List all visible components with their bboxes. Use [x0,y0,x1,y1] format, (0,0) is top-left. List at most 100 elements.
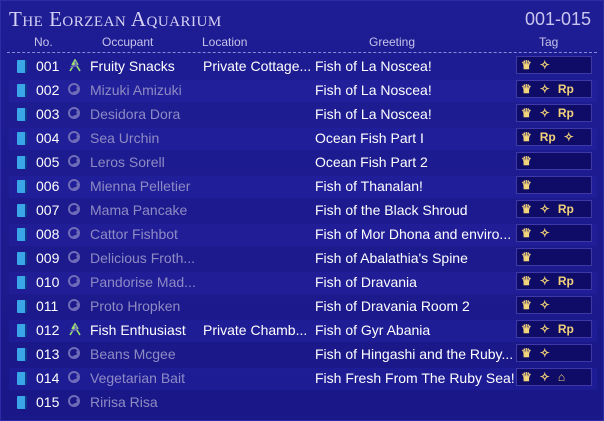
book-icon[interactable] [17,84,27,97]
emote-tag-icon: ✧ [539,82,550,96]
tag-group: ♛ ✧ [516,56,594,76]
header-divider [7,52,597,53]
emote-tag-icon: ✧ [539,322,550,336]
emote-tag-icon: ✧ [539,298,550,312]
tag-group: ♛ ✧ Rp [516,320,594,340]
list-row[interactable]: 007 Mama Pancake Fish of the Black Shroud ♛… [9,200,597,222]
column-header-no[interactable]: No. [34,35,53,49]
occupant-name[interactable]: Sea Urchin [90,130,202,146]
book-icon[interactable] [17,228,27,241]
house-tag-icon: ♛ [521,130,532,144]
occupant-greeting: Fish of La Noscea! [315,82,432,98]
book-icon[interactable] [17,300,27,313]
occupant-greeting: Fish of La Noscea! [315,106,432,122]
list-row[interactable]: 009 Delicious Froth... Fish of Abalathia's… [9,248,597,270]
book-icon[interactable] [17,60,27,73]
row-number: 011 [36,298,59,314]
occupant-greeting: Ocean Fish Part I [315,130,424,146]
book-icon[interactable] [17,372,27,385]
list-row[interactable]: 008 Cattor Fishbot Fish of Mor Dhona and e… [9,224,597,246]
row-number: 005 [36,154,60,170]
aquarium-window: The Eorzean Aquarium 001-015 No. Occupan… [0,0,604,421]
tag-box: ♛ [516,152,592,170]
list-row[interactable]: 003 Desidora Dora Fish of La Noscea! ♛ ✧ Rp [9,104,597,126]
tag-group: ♛ [516,176,594,196]
occupant-name[interactable]: Desidora Dora [90,106,202,122]
rp-tag-icon: Rp [557,274,574,288]
list-row[interactable]: 010 Pandorise Mad... Fish of Dravania ♛ ✧ Rp [9,272,597,294]
rp-tag-icon: Rp [539,130,556,144]
occupant-location: Private Cottage... [203,58,312,74]
tag-group: ♛ ✧ [516,224,594,244]
list-row[interactable]: 002 Mizuki Amizuki Fish of La Noscea! ♛ ✧ Rp [9,80,597,102]
tag-box: ♛ [516,248,592,266]
occupant-name[interactable]: Pandorise Mad... [90,274,202,290]
occupant-name[interactable]: Fish Enthusiast [90,322,202,338]
window-title: The Eorzean Aquarium [9,7,222,31]
tag-group: ♛ [516,248,594,268]
list-row[interactable]: 006 Mienna Pelletier Fish of Thanalan! ♛ [9,176,597,198]
emote-tag-icon: ✧ [539,274,550,288]
rp-tag-icon: Rp [557,322,574,336]
book-icon[interactable] [17,276,27,289]
occupant-name[interactable]: Leros Sorell [90,154,202,170]
tag-group: ♛ ✧ ⌂ [516,368,594,388]
occupant-name[interactable]: Mizuki Amizuki [90,82,202,98]
column-header-greeting[interactable]: Greeting [369,35,415,49]
row-number: 003 [36,106,60,122]
book-icon[interactable] [17,132,27,145]
book-icon[interactable] [17,252,27,265]
occupant-greeting: Fish of La Noscea! [315,58,432,74]
book-icon[interactable] [17,396,27,409]
occupant-name[interactable]: Proto Hropken [90,298,202,314]
column-header-tag[interactable]: Tag [539,35,558,49]
occupant-name[interactable]: Delicious Froth... [90,250,202,266]
tag-box: ♛ [516,176,592,194]
tag-box: ♛ Rp ✧ [516,128,592,146]
house-tag-icon: ♛ [521,226,532,240]
book-icon[interactable] [17,348,27,361]
offline-status-icon [68,395,80,407]
occupant-greeting: Fish of Mor Dhona and enviro... [315,226,512,242]
tag-box: ♛ ✧ [516,56,592,74]
tag-box: ♛ ✧ Rp [516,272,592,290]
tag-group: ♛ ✧ Rp [516,104,594,124]
tag-box: ♛ ✧ Rp [516,320,592,338]
occupant-greeting: Fish of the Black Shroud [315,202,468,218]
book-icon[interactable] [17,180,27,193]
occupant-name[interactable]: Cattor Fishbot [90,226,202,242]
occupant-name[interactable]: Beans Mcgee [90,346,202,362]
column-header-occupant[interactable]: Occupant [102,35,153,49]
occupant-greeting: Fish of Dravania [315,274,417,290]
list-row[interactable]: 012 Fish Enthusiast Private Chamb... Fish o… [9,320,597,342]
list-row[interactable]: 001 Fruity Snacks Private Cottage... Fish o… [9,56,597,78]
occupant-greeting: Fish of Abalathia's Spine [315,250,468,266]
list-row[interactable]: 013 Beans Mcgee Fish of Hingashi and the R… [9,344,597,366]
tag-box: ♛ ✧ [516,344,592,362]
list-row[interactable]: 011 Proto Hropken Fish of Dravania Room 2 ♛… [9,296,597,318]
house-tag-icon: ♛ [521,346,532,360]
tag-group: ♛ [516,152,594,172]
list-row[interactable]: 015 Ririsa Risa [9,392,597,414]
book-icon[interactable] [17,324,27,337]
list-row[interactable]: 004 Sea Urchin Ocean Fish Part I ♛ Rp ✧ [9,128,597,150]
occupant-name[interactable]: Vegetarian Bait [90,370,202,386]
offline-status-icon [68,203,80,215]
house-tag-icon: ♛ [521,154,532,168]
house-tag-icon: ♛ [521,370,532,384]
occupant-name[interactable]: Mama Pancake [90,202,202,218]
tag-box: ♛ ✧ [516,296,592,314]
house-tag-icon: ♛ [521,250,532,264]
occupant-name[interactable]: Fruity Snacks [90,58,202,74]
list-row[interactable]: 005 Leros Sorell Ocean Fish Part 2 ♛ [9,152,597,174]
house-tag-icon: ♛ [521,82,532,96]
book-icon[interactable] [17,108,27,121]
column-header-location[interactable]: Location [202,35,247,49]
row-number: 006 [36,178,60,194]
occupant-name[interactable]: Mienna Pelletier [90,178,202,194]
list-row[interactable]: 014 Vegetarian Bait Fish Fresh From The Ru… [9,368,597,390]
occupant-name[interactable]: Ririsa Risa [90,394,202,410]
tag-group: ♛ ✧ Rp [516,80,594,100]
book-icon[interactable] [17,204,27,217]
book-icon[interactable] [17,156,27,169]
